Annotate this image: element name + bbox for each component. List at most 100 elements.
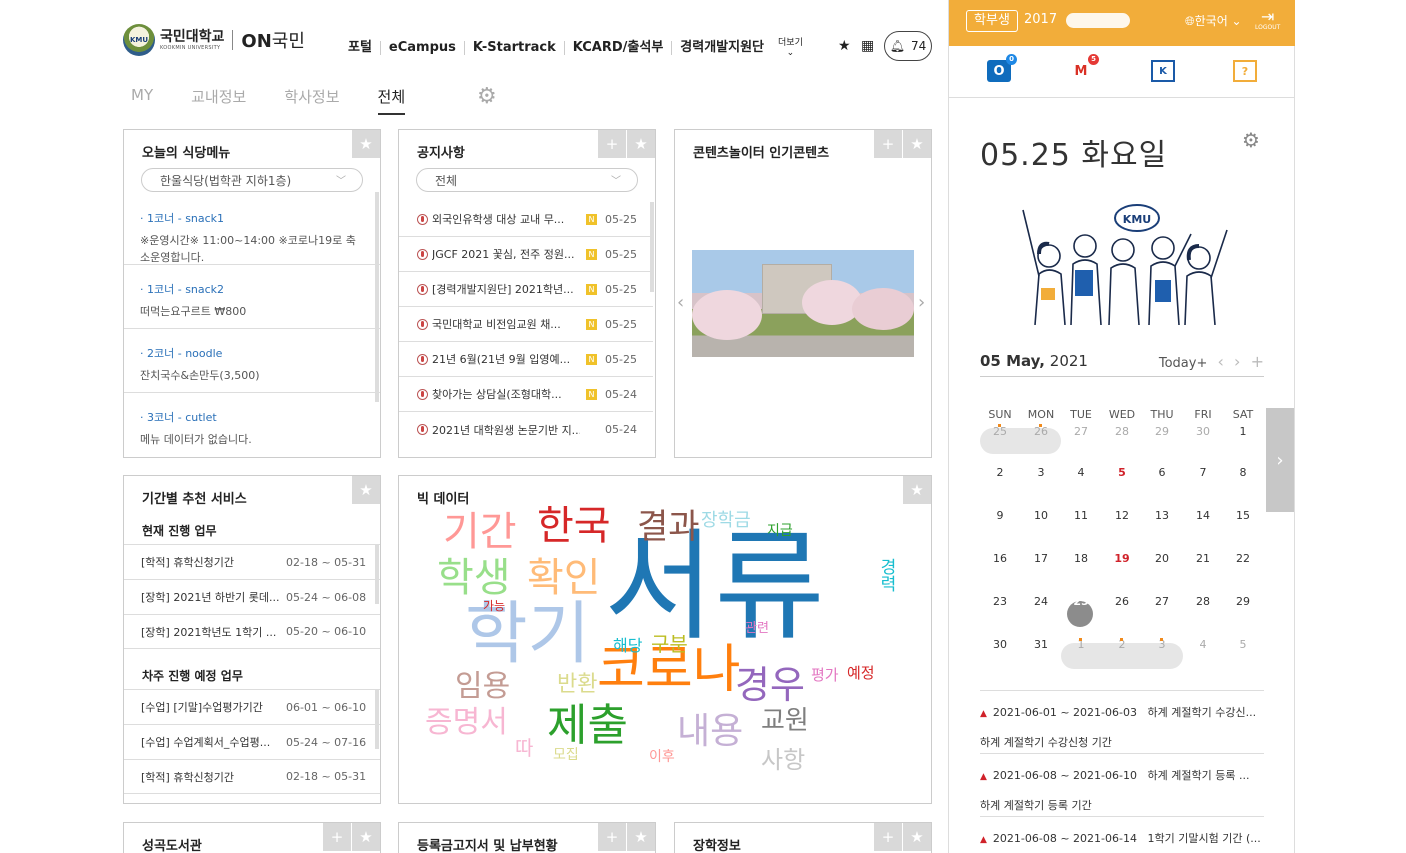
calendar-day[interactable]: 5 [1223, 634, 1263, 656]
sidebar-slide-chevron-icon[interactable]: › [1266, 408, 1294, 512]
task-row[interactable]: [학적] 휴학신청기간 02-18 ~ 05-31 [124, 759, 380, 794]
tab-settings-gear-icon[interactable]: ⚙ [477, 84, 497, 109]
calendar-day[interactable]: 15 [1223, 505, 1263, 527]
tuition-star-button[interactable]: ★ [627, 823, 655, 851]
meal-restaurant-select[interactable]: 한울식당(법학관 지하1층) ﹀ [141, 168, 363, 192]
notice-scrollbar[interactable] [650, 202, 654, 292]
calendar-day[interactable]: 26 [1102, 591, 1142, 613]
settings-gear-icon[interactable]: ⚙ [1242, 128, 1260, 152]
library-star-button[interactable]: ★ [352, 823, 380, 851]
notice-category-select[interactable]: 전체 ﹀ [416, 168, 638, 192]
library-add-button[interactable]: + [323, 823, 351, 851]
event-item[interactable]: ▲ 2021-06-08 ~ 2021-06-14 1학기 기말시험 기간 (..… [980, 816, 1264, 853]
calendar-day[interactable]: 27 [1142, 591, 1182, 613]
calendar-day[interactable]: 12 [1102, 505, 1142, 527]
calendar-day[interactable]: 19 [1102, 548, 1142, 570]
calendar-day[interactable]: 29 [1142, 421, 1182, 443]
word-cloud-word[interactable]: 지급 [767, 524, 793, 538]
calendar-day[interactable]: 10 [1021, 505, 1061, 527]
prev-arrow-icon[interactable]: ‹ [677, 292, 684, 313]
tab-all[interactable]: 전체 [377, 86, 406, 115]
calendar-day[interactable]: 25 [1061, 591, 1101, 613]
favorite-star-icon[interactable]: ★ [838, 38, 851, 54]
word-cloud-word[interactable]: 기간 [443, 512, 517, 552]
calendar-day[interactable]: 5 [1102, 462, 1142, 484]
word-cloud-word[interactable]: 증명서 [425, 708, 508, 738]
calendar-day[interactable]: 8 [1223, 462, 1263, 484]
calendar-day[interactable]: 4 [1183, 634, 1223, 656]
remote-desktop-icon[interactable]: K [1151, 60, 1175, 82]
campus-photo[interactable] [692, 250, 914, 357]
nav-kstartrack[interactable]: K-Startrack [465, 41, 565, 55]
notice-row[interactable]: 21년 6월(21년 9월 입영예... N 05-25 [399, 342, 653, 377]
calendar-day[interactable]: 20 [1142, 548, 1182, 570]
notice-row[interactable]: 국민대학교 비전임교원 채... N 05-25 [399, 307, 653, 342]
notice-row[interactable]: 2021년 대학원생 논문기반 지... 05-24 [399, 412, 653, 447]
task-row[interactable]: [장학] 2021년 하반기 롯데... 05-24 ~ 06-08 [124, 579, 380, 614]
word-cloud-word[interactable]: 결과 [637, 510, 700, 544]
grid-menu-icon[interactable]: ▦ [861, 38, 874, 54]
tuition-add-button[interactable]: + [598, 823, 626, 851]
calendar-day[interactable]: 2 [980, 462, 1020, 484]
word-cloud-word[interactable]: 예정 [847, 666, 875, 681]
next-month-icon[interactable]: › [1234, 352, 1240, 371]
tab-my[interactable]: MY [131, 86, 153, 115]
calendar-day[interactable]: 6 [1142, 462, 1182, 484]
scholarship-star-button[interactable]: ★ [903, 823, 931, 851]
meal-scrollbar[interactable] [375, 192, 379, 402]
word-cloud-word[interactable]: 반환 [557, 674, 597, 696]
add-event-icon[interactable]: + [1251, 352, 1264, 371]
calendar-day[interactable]: 4 [1061, 462, 1101, 484]
bigdata-star-button[interactable]: ★ [903, 476, 931, 504]
logout-button[interactable]: ⇥ LOGOUT [1255, 9, 1280, 31]
notice-row[interactable]: 찾아가는 상담실(조형대학... N 05-24 [399, 377, 653, 412]
nav-kcard[interactable]: KCARD/출석부 [565, 41, 673, 55]
content-add-button[interactable]: + [874, 130, 902, 158]
calendar-day[interactable]: 24 [1021, 591, 1061, 613]
word-cloud-word[interactable]: 경우 [735, 666, 805, 704]
calendar-day[interactable]: 28 [1183, 591, 1223, 613]
today-button[interactable]: Today+ [1159, 356, 1208, 371]
calendar-day[interactable]: 16 [980, 548, 1020, 570]
calendar-day[interactable]: 9 [980, 505, 1020, 527]
prev-month-icon[interactable]: ‹ [1218, 352, 1224, 371]
word-cloud-word[interactable]: 임용 [455, 672, 510, 702]
nav-portal[interactable]: 포털 [340, 41, 381, 55]
calendar-day[interactable]: 11 [1061, 505, 1101, 527]
help-icon[interactable]: ? [1233, 60, 1257, 82]
nav-career[interactable]: 경력개발지원단 [672, 41, 772, 55]
calendar-day[interactable]: 23 [980, 591, 1020, 613]
calendar-day[interactable]: 21 [1183, 548, 1223, 570]
event-item[interactable]: ▲ 2021-06-08 ~ 2021-06-10 하계 계절학기 등록 ... … [980, 753, 1264, 816]
word-cloud-word[interactable]: 교원 [761, 708, 809, 734]
task-row[interactable]: [수업] 수업계획서_수업평... 05-24 ~ 07-16 [124, 724, 380, 759]
calendar-day[interactable]: 30 [980, 634, 1020, 656]
task-row[interactable]: [학적] 휴학신청기간 02-18 ~ 05-31 [124, 544, 380, 579]
tab-campus-info[interactable]: 교내정보 [191, 86, 246, 115]
calendar-day[interactable]: 1 [1223, 421, 1263, 443]
notice-row[interactable]: 외국인유학생 대상 교내 무... N 05-25 [399, 202, 653, 237]
word-cloud-word[interactable]: 이후 [649, 750, 675, 764]
word-cloud-word[interactable]: 평가 [811, 668, 839, 683]
notice-add-button[interactable]: + [598, 130, 626, 158]
calendar-day[interactable]: 22 [1223, 548, 1263, 570]
word-cloud-word[interactable]: 경력 [876, 558, 896, 592]
calendar-day[interactable]: 3 [1021, 462, 1061, 484]
event-item[interactable]: ▲ 2021-06-01 ~ 2021-06-03 하계 계절학기 수강신... … [980, 690, 1264, 753]
content-star-button[interactable]: ★ [903, 130, 931, 158]
recommend-scrollbar-2[interactable] [375, 689, 379, 749]
nav-ecampus[interactable]: eCampus [381, 41, 465, 55]
word-cloud-word[interactable]: 해당 [613, 638, 642, 654]
word-cloud-word[interactable]: 장학금 [701, 512, 751, 530]
word-cloud-word[interactable]: 가능 [483, 600, 505, 612]
notice-star-button[interactable]: ★ [627, 130, 655, 158]
notice-row[interactable]: JGCF 2021 꽃심, 전주 정원... N 05-25 [399, 237, 653, 272]
calendar-day[interactable]: 13 [1142, 505, 1182, 527]
gmail-icon[interactable]: M5 [1069, 54, 1099, 82]
word-cloud-word[interactable]: 따 [515, 738, 533, 758]
word-cloud-word[interactable]: 관련 [745, 622, 769, 635]
recommend-scrollbar[interactable] [375, 544, 379, 604]
word-cloud-word[interactable]: 구분 [651, 634, 688, 654]
word-cloud-word[interactable]: 사항 [761, 748, 805, 772]
calendar-day[interactable]: 14 [1183, 505, 1223, 527]
